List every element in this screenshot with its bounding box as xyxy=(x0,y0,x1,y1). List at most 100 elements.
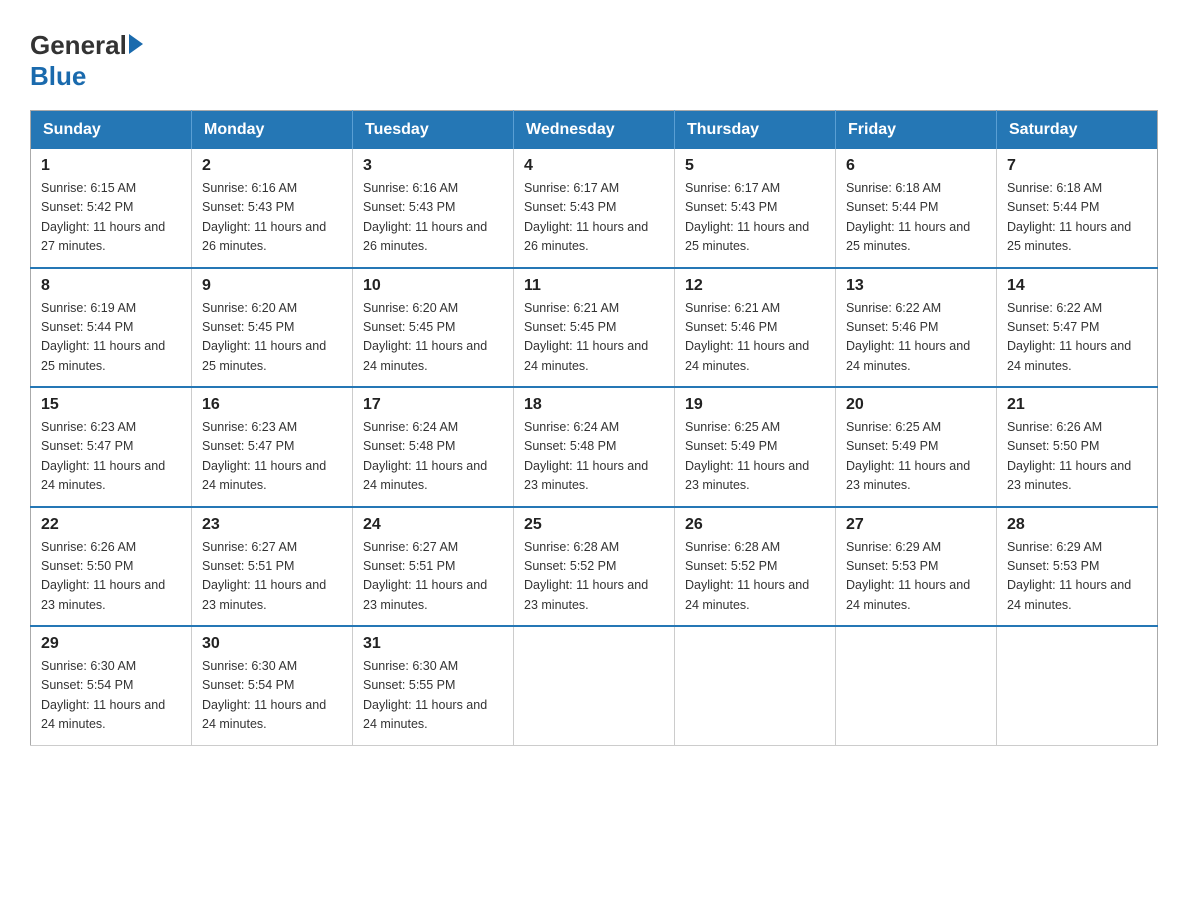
day-info: Sunrise: 6:22 AMSunset: 5:47 PMDaylight:… xyxy=(1007,299,1147,377)
day-number: 24 xyxy=(363,516,503,534)
day-number: 31 xyxy=(363,635,503,653)
day-number: 7 xyxy=(1007,157,1147,175)
day-number: 10 xyxy=(363,277,503,295)
day-info: Sunrise: 6:18 AMSunset: 5:44 PMDaylight:… xyxy=(1007,179,1147,257)
day-number: 14 xyxy=(1007,277,1147,295)
calendar-cell: 6 Sunrise: 6:18 AMSunset: 5:44 PMDayligh… xyxy=(836,149,997,268)
calendar-cell: 21 Sunrise: 6:26 AMSunset: 5:50 PMDaylig… xyxy=(997,387,1158,507)
day-info: Sunrise: 6:23 AMSunset: 5:47 PMDaylight:… xyxy=(202,418,342,496)
calendar-cell: 16 Sunrise: 6:23 AMSunset: 5:47 PMDaylig… xyxy=(192,387,353,507)
day-info: Sunrise: 6:29 AMSunset: 5:53 PMDaylight:… xyxy=(846,538,986,616)
day-number: 8 xyxy=(41,277,181,295)
calendar-cell: 1 Sunrise: 6:15 AMSunset: 5:42 PMDayligh… xyxy=(31,149,192,268)
day-number: 17 xyxy=(363,396,503,414)
day-info: Sunrise: 6:16 AMSunset: 5:43 PMDaylight:… xyxy=(202,179,342,257)
calendar-cell: 13 Sunrise: 6:22 AMSunset: 5:46 PMDaylig… xyxy=(836,268,997,388)
calendar-cell: 19 Sunrise: 6:25 AMSunset: 5:49 PMDaylig… xyxy=(675,387,836,507)
day-info: Sunrise: 6:20 AMSunset: 5:45 PMDaylight:… xyxy=(363,299,503,377)
weekday-header-saturday: Saturday xyxy=(997,111,1158,150)
day-info: Sunrise: 6:28 AMSunset: 5:52 PMDaylight:… xyxy=(524,538,664,616)
day-number: 1 xyxy=(41,157,181,175)
calendar-cell: 29 Sunrise: 6:30 AMSunset: 5:54 PMDaylig… xyxy=(31,626,192,745)
weekday-header-row: SundayMondayTuesdayWednesdayThursdayFrid… xyxy=(31,111,1158,150)
day-info: Sunrise: 6:22 AMSunset: 5:46 PMDaylight:… xyxy=(846,299,986,377)
day-info: Sunrise: 6:23 AMSunset: 5:47 PMDaylight:… xyxy=(41,418,181,496)
day-number: 28 xyxy=(1007,516,1147,534)
day-number: 3 xyxy=(363,157,503,175)
calendar-cell: 31 Sunrise: 6:30 AMSunset: 5:55 PMDaylig… xyxy=(353,626,514,745)
day-info: Sunrise: 6:17 AMSunset: 5:43 PMDaylight:… xyxy=(524,179,664,257)
day-info: Sunrise: 6:26 AMSunset: 5:50 PMDaylight:… xyxy=(41,538,181,616)
day-info: Sunrise: 6:30 AMSunset: 5:54 PMDaylight:… xyxy=(41,657,181,735)
day-number: 29 xyxy=(41,635,181,653)
calendar-table: SundayMondayTuesdayWednesdayThursdayFrid… xyxy=(30,110,1158,746)
logo: General Blue xyxy=(30,30,143,92)
day-info: Sunrise: 6:29 AMSunset: 5:53 PMDaylight:… xyxy=(1007,538,1147,616)
day-info: Sunrise: 6:24 AMSunset: 5:48 PMDaylight:… xyxy=(524,418,664,496)
day-info: Sunrise: 6:24 AMSunset: 5:48 PMDaylight:… xyxy=(363,418,503,496)
calendar-cell: 11 Sunrise: 6:21 AMSunset: 5:45 PMDaylig… xyxy=(514,268,675,388)
calendar-cell xyxy=(675,626,836,745)
day-number: 11 xyxy=(524,277,664,295)
day-info: Sunrise: 6:25 AMSunset: 5:49 PMDaylight:… xyxy=(846,418,986,496)
day-info: Sunrise: 6:30 AMSunset: 5:55 PMDaylight:… xyxy=(363,657,503,735)
day-info: Sunrise: 6:30 AMSunset: 5:54 PMDaylight:… xyxy=(202,657,342,735)
day-info: Sunrise: 6:18 AMSunset: 5:44 PMDaylight:… xyxy=(846,179,986,257)
day-number: 12 xyxy=(685,277,825,295)
calendar-cell: 18 Sunrise: 6:24 AMSunset: 5:48 PMDaylig… xyxy=(514,387,675,507)
calendar-cell: 5 Sunrise: 6:17 AMSunset: 5:43 PMDayligh… xyxy=(675,149,836,268)
weekday-header-thursday: Thursday xyxy=(675,111,836,150)
calendar-cell: 20 Sunrise: 6:25 AMSunset: 5:49 PMDaylig… xyxy=(836,387,997,507)
weekday-header-monday: Monday xyxy=(192,111,353,150)
calendar-week-row: 29 Sunrise: 6:30 AMSunset: 5:54 PMDaylig… xyxy=(31,626,1158,745)
day-number: 25 xyxy=(524,516,664,534)
day-info: Sunrise: 6:19 AMSunset: 5:44 PMDaylight:… xyxy=(41,299,181,377)
day-info: Sunrise: 6:20 AMSunset: 5:45 PMDaylight:… xyxy=(202,299,342,377)
day-number: 23 xyxy=(202,516,342,534)
calendar-cell: 2 Sunrise: 6:16 AMSunset: 5:43 PMDayligh… xyxy=(192,149,353,268)
calendar-cell: 3 Sunrise: 6:16 AMSunset: 5:43 PMDayligh… xyxy=(353,149,514,268)
day-number: 19 xyxy=(685,396,825,414)
calendar-cell: 27 Sunrise: 6:29 AMSunset: 5:53 PMDaylig… xyxy=(836,507,997,627)
calendar-cell: 24 Sunrise: 6:27 AMSunset: 5:51 PMDaylig… xyxy=(353,507,514,627)
weekday-header-wednesday: Wednesday xyxy=(514,111,675,150)
day-info: Sunrise: 6:21 AMSunset: 5:45 PMDaylight:… xyxy=(524,299,664,377)
day-number: 9 xyxy=(202,277,342,295)
calendar-cell: 10 Sunrise: 6:20 AMSunset: 5:45 PMDaylig… xyxy=(353,268,514,388)
calendar-cell: 9 Sunrise: 6:20 AMSunset: 5:45 PMDayligh… xyxy=(192,268,353,388)
logo-triangle-icon xyxy=(129,34,143,54)
calendar-week-row: 15 Sunrise: 6:23 AMSunset: 5:47 PMDaylig… xyxy=(31,387,1158,507)
calendar-cell: 12 Sunrise: 6:21 AMSunset: 5:46 PMDaylig… xyxy=(675,268,836,388)
calendar-cell: 23 Sunrise: 6:27 AMSunset: 5:51 PMDaylig… xyxy=(192,507,353,627)
weekday-header-sunday: Sunday xyxy=(31,111,192,150)
page-header: General Blue xyxy=(30,20,1158,92)
day-info: Sunrise: 6:27 AMSunset: 5:51 PMDaylight:… xyxy=(363,538,503,616)
day-number: 30 xyxy=(202,635,342,653)
day-info: Sunrise: 6:27 AMSunset: 5:51 PMDaylight:… xyxy=(202,538,342,616)
day-info: Sunrise: 6:28 AMSunset: 5:52 PMDaylight:… xyxy=(685,538,825,616)
day-number: 20 xyxy=(846,396,986,414)
day-info: Sunrise: 6:26 AMSunset: 5:50 PMDaylight:… xyxy=(1007,418,1147,496)
calendar-cell: 17 Sunrise: 6:24 AMSunset: 5:48 PMDaylig… xyxy=(353,387,514,507)
day-info: Sunrise: 6:21 AMSunset: 5:46 PMDaylight:… xyxy=(685,299,825,377)
day-number: 21 xyxy=(1007,396,1147,414)
calendar-cell: 8 Sunrise: 6:19 AMSunset: 5:44 PMDayligh… xyxy=(31,268,192,388)
day-number: 2 xyxy=(202,157,342,175)
calendar-cell: 25 Sunrise: 6:28 AMSunset: 5:52 PMDaylig… xyxy=(514,507,675,627)
day-number: 26 xyxy=(685,516,825,534)
day-info: Sunrise: 6:17 AMSunset: 5:43 PMDaylight:… xyxy=(685,179,825,257)
calendar-cell xyxy=(514,626,675,745)
calendar-cell: 22 Sunrise: 6:26 AMSunset: 5:50 PMDaylig… xyxy=(31,507,192,627)
day-number: 13 xyxy=(846,277,986,295)
day-info: Sunrise: 6:25 AMSunset: 5:49 PMDaylight:… xyxy=(685,418,825,496)
day-number: 18 xyxy=(524,396,664,414)
day-number: 16 xyxy=(202,396,342,414)
day-number: 27 xyxy=(846,516,986,534)
logo-blue-text: Blue xyxy=(30,61,86,91)
calendar-cell: 14 Sunrise: 6:22 AMSunset: 5:47 PMDaylig… xyxy=(997,268,1158,388)
calendar-cell: 15 Sunrise: 6:23 AMSunset: 5:47 PMDaylig… xyxy=(31,387,192,507)
calendar-cell: 28 Sunrise: 6:29 AMSunset: 5:53 PMDaylig… xyxy=(997,507,1158,627)
weekday-header-friday: Friday xyxy=(836,111,997,150)
calendar-cell: 7 Sunrise: 6:18 AMSunset: 5:44 PMDayligh… xyxy=(997,149,1158,268)
calendar-week-row: 22 Sunrise: 6:26 AMSunset: 5:50 PMDaylig… xyxy=(31,507,1158,627)
